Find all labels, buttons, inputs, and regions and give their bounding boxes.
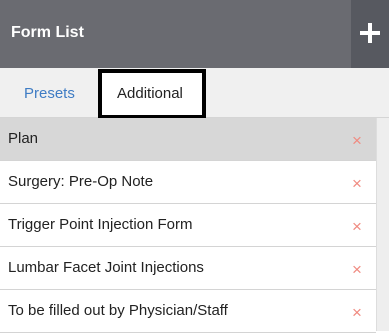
form-name: Trigger Point Injection Form (8, 216, 193, 233)
remove-icon[interactable]: × (352, 175, 362, 192)
form-list-header: Form List (0, 0, 351, 68)
form-name: Surgery: Pre-Op Note (8, 173, 154, 190)
remove-icon[interactable]: × (352, 304, 362, 321)
remove-icon[interactable]: × (352, 218, 362, 235)
form-list: Plan × Surgery: Pre-Op Note × Trigger Po… (0, 118, 376, 333)
list-item[interactable]: To be filled out by Physician/Staff × (0, 290, 376, 333)
list-item[interactable]: Surgery: Pre-Op Note × (0, 161, 376, 204)
list-item[interactable]: Plan × (0, 118, 376, 161)
tab-presets[interactable]: Presets (24, 85, 75, 102)
list-item[interactable]: Trigger Point Injection Form × (0, 204, 376, 247)
list-item[interactable]: Lumbar Facet Joint Injections × (0, 247, 376, 290)
remove-icon[interactable]: × (352, 261, 362, 278)
tab-additional[interactable]: Additional (98, 69, 206, 119)
scrollbar[interactable] (376, 118, 389, 331)
header-title: Form List (11, 24, 84, 41)
form-name: To be filled out by Physician/Staff (8, 302, 228, 319)
form-name: Lumbar Facet Joint Injections (8, 259, 204, 276)
add-form-button[interactable] (351, 0, 389, 68)
tab-bar: Presets Additional (0, 68, 389, 119)
remove-icon[interactable]: × (352, 132, 362, 149)
form-name: Plan (8, 130, 39, 147)
tab-additional-label: Additional (117, 85, 183, 102)
